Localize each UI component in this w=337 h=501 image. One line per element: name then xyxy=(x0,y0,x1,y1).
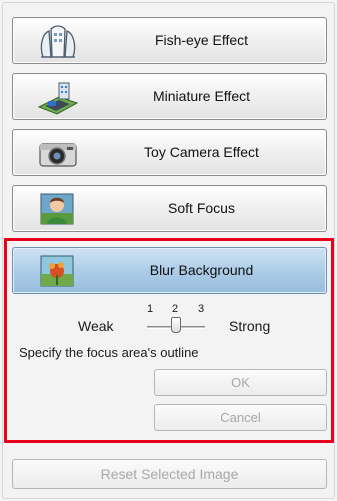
effect-label: Soft Focus xyxy=(168,200,235,216)
slider-weak-label: Weak xyxy=(78,318,114,334)
slider-tick-label: 2 xyxy=(172,303,179,315)
fisheye-icon xyxy=(37,23,79,59)
toy-camera-effect-button[interactable]: Toy Camera Effect xyxy=(12,129,327,176)
blur-strength-slider-row: Weak 1 2 3 Strong xyxy=(0,300,337,340)
blur-background-button[interactable]: Blur Background xyxy=(12,247,327,294)
cancel-button[interactable]: Cancel xyxy=(154,404,327,431)
slider-tick-label: 3 xyxy=(198,303,205,315)
soft-focus-button[interactable]: Soft Focus xyxy=(12,185,327,232)
effect-label: Toy Camera Effect xyxy=(144,144,259,160)
slider-tick-label: 1 xyxy=(147,303,154,315)
soft-focus-icon xyxy=(37,191,79,227)
miniature-effect-button[interactable]: Miniature Effect xyxy=(12,73,327,120)
effect-label: Miniature Effect xyxy=(152,88,250,104)
effect-label: Fish-eye Effect xyxy=(154,32,249,48)
slider-thumb[interactable] xyxy=(171,317,181,333)
miniature-icon xyxy=(37,79,79,115)
effects-panel: Fish-eye Effect Miniature Effect Toy Cam… xyxy=(0,0,337,501)
ok-button[interactable]: OK xyxy=(154,369,327,396)
slider-strong-label: Strong xyxy=(229,318,271,334)
toy-camera-icon xyxy=(37,135,79,171)
reset-selected-image-button[interactable]: Reset Selected Image xyxy=(12,459,327,489)
effect-label: Blur Background xyxy=(149,262,254,278)
instruction-text: Specify the focus area's outline xyxy=(19,345,199,360)
blur-background-icon xyxy=(37,253,79,289)
fisheye-effect-button[interactable]: Fish-eye Effect xyxy=(12,17,327,64)
